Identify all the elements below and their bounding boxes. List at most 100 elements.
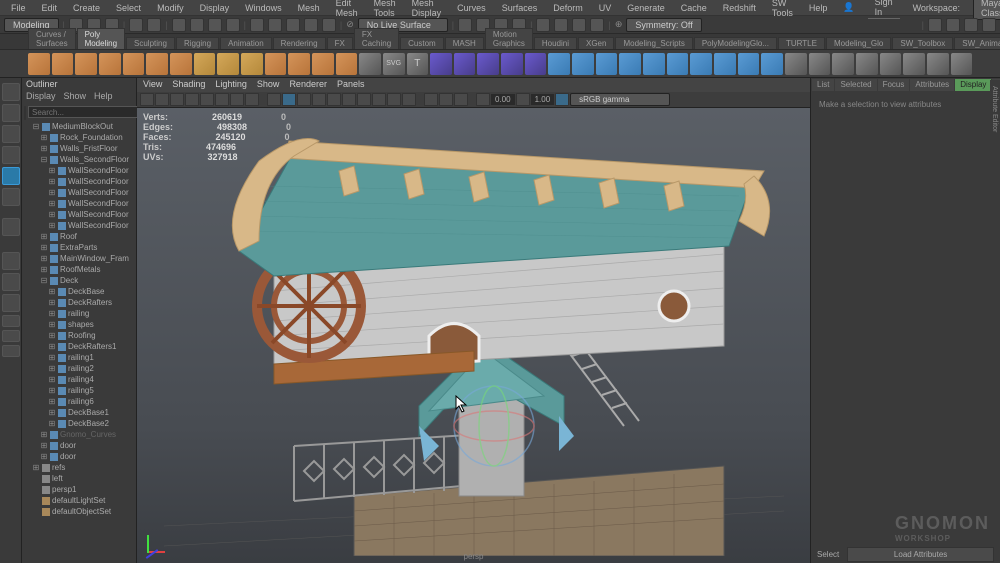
poly-torus-icon[interactable]	[123, 53, 145, 75]
shelf-tab[interactable]: Curves / Surfaces	[28, 28, 76, 49]
collapse-icon[interactable]	[667, 53, 689, 75]
vp-motion-blur-icon[interactable]	[372, 93, 386, 106]
outliner-item[interactable]: ⊞WallSecondFloor	[24, 220, 134, 231]
outliner-item[interactable]: ⊞DeckRafters1	[24, 341, 134, 352]
insert-edge-icon[interactable]	[856, 53, 878, 75]
menu-cache[interactable]: Cache	[674, 2, 714, 14]
outliner-item[interactable]: ⊞WallSecondFloor	[24, 165, 134, 176]
fill-hole-icon[interactable]	[619, 53, 641, 75]
shelf-tab[interactable]: TURTLE	[778, 37, 825, 49]
crease-icon[interactable]	[927, 53, 949, 75]
vp-lights-icon[interactable]	[312, 93, 326, 106]
select-tool-icon[interactable]	[2, 83, 20, 101]
snap-curve-icon[interactable]	[268, 18, 282, 32]
outliner-item[interactable]: left	[24, 473, 134, 484]
poly-cube-icon[interactable]	[52, 53, 74, 75]
outliner-tree[interactable]: ⊟MediumBlockOut⊞Rock_Foundation⊞Walls_Fr…	[22, 120, 136, 563]
load-attributes-button[interactable]: Load Attributes	[847, 547, 994, 562]
outliner-item[interactable]: ⊞Rock_Foundation	[24, 132, 134, 143]
poly-soccer-icon[interactable]	[336, 53, 358, 75]
menu-redshift[interactable]: Redshift	[716, 2, 763, 14]
side-tab-attribute-editor[interactable]: Attribute Editor	[990, 80, 1000, 280]
vp-textured-icon[interactable]	[297, 93, 311, 106]
scale-tool-icon[interactable]	[2, 188, 20, 206]
poly-prism-icon[interactable]	[241, 53, 263, 75]
outliner-item[interactable]: ⊞Gnomo_Curves	[24, 429, 134, 440]
select-mode-icon[interactable]	[172, 18, 186, 32]
vp-menu-show[interactable]: Show	[257, 79, 280, 91]
shelf-tab-active[interactable]: Poly Modeling	[77, 28, 125, 49]
outliner-item[interactable]: ⊞ExtraParts	[24, 242, 134, 253]
search-input[interactable]	[28, 106, 146, 118]
append-icon[interactable]	[643, 53, 665, 75]
outliner-item[interactable]: ⊞door	[24, 451, 134, 462]
outliner-item[interactable]: ⊞WallSecondFloor	[24, 209, 134, 220]
attr-tab-focus[interactable]: Focus	[878, 79, 910, 91]
poly-plane-icon[interactable]	[146, 53, 168, 75]
shelf-tab[interactable]: Modeling_Glo	[826, 37, 891, 49]
vp-colorspace-icon[interactable]	[555, 93, 569, 106]
outliner-item[interactable]: ⊞DeckBase	[24, 286, 134, 297]
render-settings-icon[interactable]	[590, 18, 604, 32]
vp-gate-mask-icon[interactable]	[245, 93, 259, 106]
vp-dof-icon[interactable]	[402, 93, 416, 106]
vp-resolution-icon[interactable]	[230, 93, 244, 106]
vp-xray-joints-icon[interactable]	[454, 93, 468, 106]
offset-edge-icon[interactable]	[880, 53, 902, 75]
outliner-item[interactable]: ⊞RoofMetals	[24, 264, 134, 275]
outliner-menu-display[interactable]: Display	[26, 91, 56, 103]
shelf-tab[interactable]: Motion Graphics	[485, 28, 533, 49]
shelf-tab[interactable]: Houdini	[534, 37, 577, 49]
menu-modify[interactable]: Modify	[150, 2, 191, 14]
shelf-tab[interactable]: Rendering	[273, 37, 326, 49]
menu-editmesh[interactable]: Edit Mesh	[329, 0, 365, 19]
mirror-icon[interactable]	[951, 53, 973, 75]
panel-icon[interactable]	[946, 18, 960, 32]
attr-tab-selected[interactable]: Selected	[835, 79, 876, 91]
panel-icon[interactable]	[982, 18, 996, 32]
move-tool-icon[interactable]	[2, 146, 20, 164]
outliner-menu-show[interactable]: Show	[64, 91, 87, 103]
outliner-item[interactable]: defaultLightSet	[24, 495, 134, 506]
connect-icon[interactable]	[690, 53, 712, 75]
outliner-item[interactable]: ⊞refs	[24, 462, 134, 473]
vp-image-plane-icon[interactable]	[170, 93, 184, 106]
outliner-menu-help[interactable]: Help	[94, 91, 113, 103]
vp-wireframe-icon[interactable]	[267, 93, 281, 106]
shelf-tab[interactable]: XGen	[578, 37, 614, 49]
vp-menu-panels[interactable]: Panels	[337, 79, 365, 91]
layout-custom-icon[interactable]	[2, 345, 20, 357]
outliner-item[interactable]: defaultObjectSet	[24, 506, 134, 517]
bevel-icon[interactable]	[596, 53, 618, 75]
outliner-item[interactable]: ⊟Walls_SecondFloor	[24, 154, 134, 165]
menu-uv[interactable]: UV	[592, 2, 619, 14]
vp-xray-icon[interactable]	[439, 93, 453, 106]
vp-2d-icon[interactable]	[185, 93, 199, 106]
snap-point-icon[interactable]	[286, 18, 300, 32]
outliner-item[interactable]: ⊞WallSecondFloor	[24, 198, 134, 209]
boolean-icon[interactable]	[525, 53, 547, 75]
vp-menu-lighting[interactable]: Lighting	[215, 79, 247, 91]
poly-gear-icon[interactable]	[312, 53, 334, 75]
outliner-item[interactable]: ⊞railing2	[24, 363, 134, 374]
outliner-item[interactable]: ⊟MediumBlockOut	[24, 121, 134, 132]
snap-surface-icon[interactable]	[322, 18, 336, 32]
poly-superellipse-icon[interactable]	[359, 53, 381, 75]
shelf-tab[interactable]: FX	[327, 37, 353, 49]
vp-gamma-icon[interactable]	[516, 93, 530, 106]
menu-display[interactable]: Display	[193, 2, 237, 14]
outliner-item[interactable]: ⊞Walls_FristFloor	[24, 143, 134, 154]
menu-meshdisplay[interactable]: Mesh Display	[405, 0, 449, 19]
poly-type-icon[interactable]: T	[407, 53, 429, 75]
menu-curves[interactable]: Curves	[450, 2, 493, 14]
signin-link[interactable]: Sign In	[868, 0, 900, 19]
history-icon[interactable]	[458, 18, 472, 32]
search-icon[interactable]	[24, 106, 26, 120]
lasso-tool-icon[interactable]	[2, 104, 20, 122]
smooth-icon[interactable]	[785, 53, 807, 75]
menu-create[interactable]: Create	[66, 2, 107, 14]
outliner-item[interactable]: ⊞door	[24, 440, 134, 451]
outliner-item[interactable]: ⊞railing4	[24, 374, 134, 385]
symmetry-select[interactable]: Symmetry: Off	[626, 18, 701, 32]
outliner-item[interactable]: ⊞DeckBase1	[24, 407, 134, 418]
